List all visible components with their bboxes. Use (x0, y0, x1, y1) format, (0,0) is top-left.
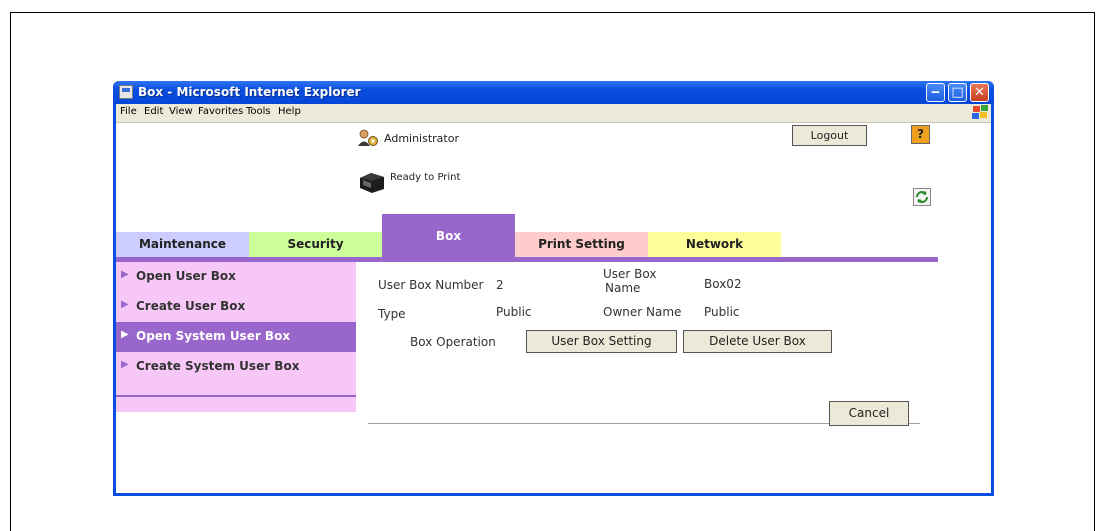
sidebar-item-label: Create System User Box (136, 359, 300, 373)
menu-favorites[interactable]: Favorites (198, 106, 243, 117)
maximize-icon: □ (951, 85, 964, 100)
box-name-value: Box02 (704, 277, 742, 291)
window-title: Box - Microsoft Internet Explorer (138, 85, 361, 99)
tab-print-setting[interactable]: Print Setting (515, 232, 648, 257)
arrow-right-icon: ▶ (121, 359, 129, 370)
browser-window: Box - Microsoft Internet Explorer ‒ □ ✕ … (113, 81, 994, 496)
tab-maintenance[interactable]: Maintenance (116, 232, 249, 257)
title-bar: Box - Microsoft Internet Explorer ‒ □ ✕ (113, 81, 994, 104)
menu-file[interactable]: File (120, 106, 137, 117)
page-content: Administrator Logout ? Ready to Print Ma… (116, 123, 991, 493)
refresh-button[interactable] (913, 188, 931, 206)
sidebar-item-label: Create User Box (136, 299, 246, 313)
sidebar-item-label: Open User Box (136, 269, 236, 283)
sidebar-item-open-system-user-box[interactable]: ▶ Open System User Box (116, 322, 356, 352)
menu-bar: File Edit View Favorites Tools Help (116, 104, 991, 123)
box-number-value: 2 (496, 278, 504, 292)
user-box-setting-button[interactable]: User Box Setting (526, 330, 677, 353)
ie-page-icon (119, 85, 133, 99)
tab-network[interactable]: Network (648, 232, 781, 257)
tab-security[interactable]: Security (249, 232, 382, 257)
minimize-button[interactable]: ‒ (926, 83, 945, 102)
sidebar-item-label: Open System User Box (136, 329, 291, 343)
menu-tools[interactable]: Tools (246, 106, 271, 117)
sidebar-item-create-system-user-box[interactable]: ▶ Create System User Box (116, 352, 356, 382)
type-value: Public (496, 305, 532, 319)
type-label: Type (378, 307, 406, 321)
sidebar-item-create-user-box[interactable]: ▶ Create User Box (116, 292, 356, 322)
box-operation-label: Box Operation (410, 335, 496, 349)
close-icon: ✕ (974, 85, 985, 100)
refresh-icon (916, 191, 928, 203)
help-button[interactable]: ? (911, 125, 930, 144)
menu-edit[interactable]: Edit (144, 106, 163, 117)
box-number-label: User Box Number (378, 278, 484, 292)
user-name: Administrator (384, 132, 459, 145)
sidebar-filler (116, 382, 356, 412)
minimize-icon: ‒ (930, 85, 941, 100)
printer-status: Ready to Print (390, 172, 461, 183)
printer-icon (360, 173, 384, 193)
owner-name-label: Owner Name (603, 305, 682, 319)
cancel-button[interactable]: Cancel (829, 401, 909, 426)
windows-logo-icon (972, 105, 988, 120)
administrator-icon (358, 129, 378, 146)
sidebar: ▶ Open User Box ▶ Create User Box ▶ Open… (116, 262, 356, 412)
delete-user-box-button[interactable]: Delete User Box (683, 330, 832, 353)
box-name-label-line1: User Box (603, 267, 657, 281)
sidebar-item-open-user-box[interactable]: ▶ Open User Box (116, 262, 356, 292)
sidebar-bottom-line (116, 395, 356, 397)
close-button[interactable]: ✕ (970, 83, 989, 102)
box-name-label-line2: Name (605, 281, 641, 295)
menu-view[interactable]: View (169, 106, 193, 117)
owner-name-value: Public (704, 305, 740, 319)
arrow-right-icon: ▶ (121, 299, 129, 310)
arrow-right-icon: ▶ (121, 329, 129, 340)
menu-help[interactable]: Help (278, 106, 301, 117)
maximize-button[interactable]: □ (948, 83, 967, 102)
tab-box[interactable]: Box (382, 214, 515, 257)
arrow-right-icon: ▶ (121, 269, 129, 280)
main-tabs: Maintenance Security Box Print Setting N… (116, 214, 991, 257)
logout-button[interactable]: Logout (792, 125, 867, 146)
